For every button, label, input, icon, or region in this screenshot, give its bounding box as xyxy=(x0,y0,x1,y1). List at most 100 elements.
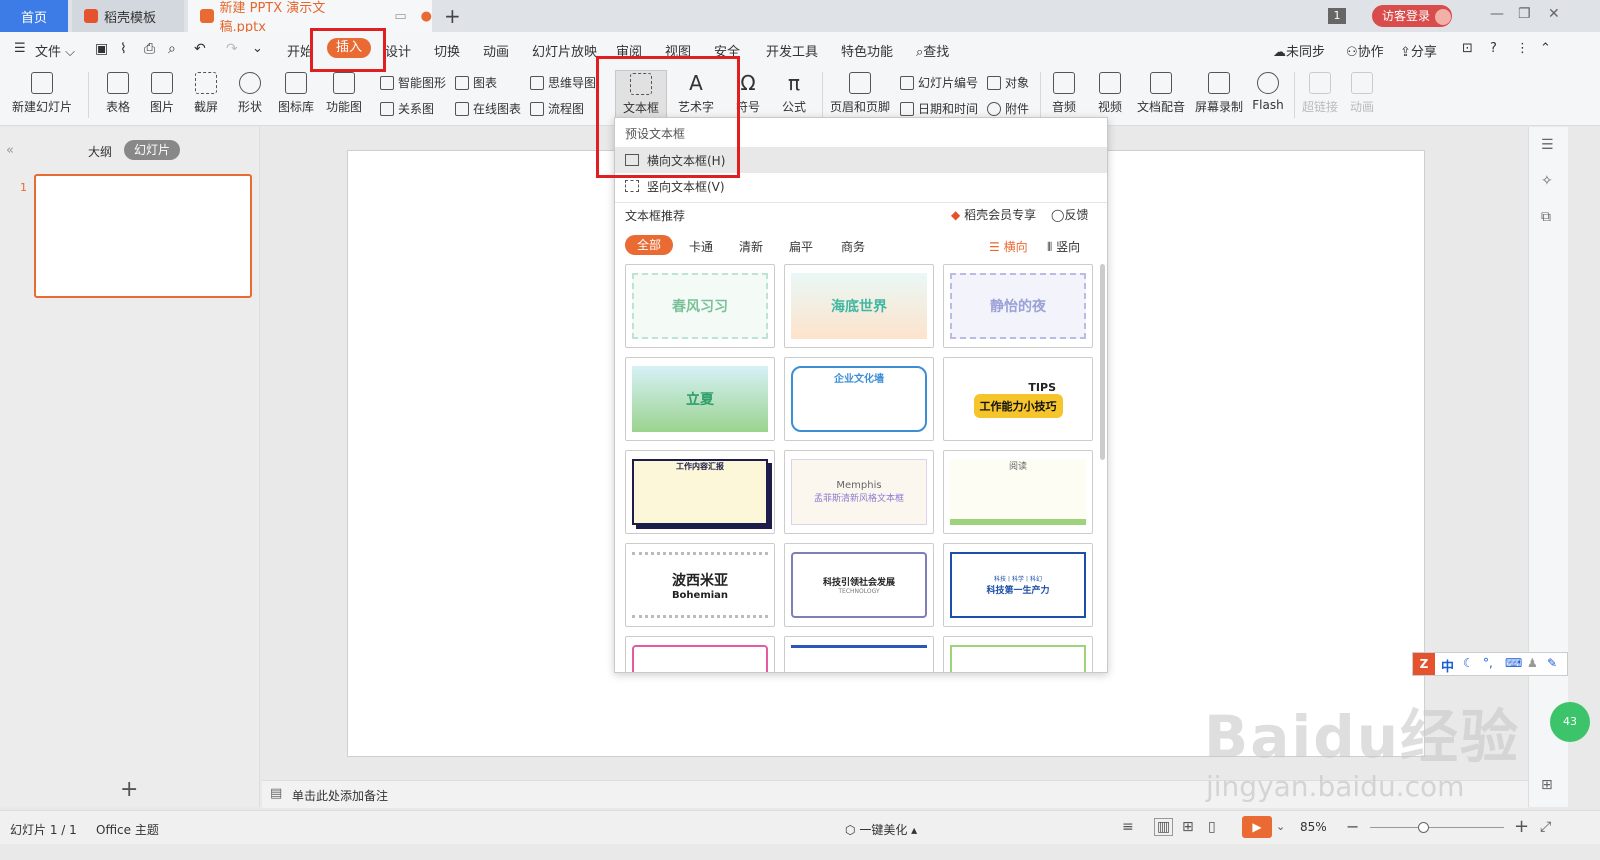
minimize-icon[interactable]: — xyxy=(1490,6,1504,22)
grid-view-icon[interactable]: ⊞ xyxy=(1541,777,1553,793)
help-icon[interactable]: ? xyxy=(1490,41,1497,56)
print-icon[interactable]: ⎙ xyxy=(144,41,155,57)
save-icon[interactable]: ▣ xyxy=(95,41,108,57)
floating-assistant-icon[interactable]: 43 xyxy=(1550,702,1590,742)
template-card[interactable] xyxy=(943,636,1093,672)
collapse-ribbon-icon[interactable]: ⊡ xyxy=(1462,41,1473,56)
fit-window-icon[interactable]: ⤢ xyxy=(1540,819,1551,835)
function-chart-button[interactable]: 功能图 xyxy=(322,72,366,115)
copy-icon[interactable]: ⧉ xyxy=(1541,209,1551,225)
format-painter-icon[interactable]: ⌇ xyxy=(120,41,127,57)
print-preview-icon[interactable]: ⌕ xyxy=(168,41,176,57)
zoom-in-icon[interactable]: + xyxy=(1514,816,1529,837)
ime-lang[interactable]: 中 xyxy=(1441,656,1454,675)
add-tab-icon[interactable]: + xyxy=(444,4,461,28)
filter-fresh[interactable]: 清新 xyxy=(739,238,763,255)
template-card[interactable]: 企业文化墙 xyxy=(784,357,934,441)
ribbon-caret-icon[interactable]: ⌃ xyxy=(1540,41,1551,56)
header-footer-button[interactable]: 页眉和页脚 xyxy=(830,72,890,115)
object-button[interactable]: 对象 xyxy=(987,74,1029,91)
redo-icon[interactable]: ↷ xyxy=(226,41,238,57)
dubbing-button[interactable]: 文档配音 xyxy=(1136,72,1186,115)
slide-sorter-icon[interactable]: ⊞ xyxy=(1182,819,1194,835)
video-button[interactable]: 视频 xyxy=(1090,72,1130,115)
wrench-icon[interactable]: ✎ xyxy=(1547,656,1557,670)
user-icon[interactable]: ♟ xyxy=(1527,656,1538,670)
chart-button[interactable]: 图表 xyxy=(455,74,497,91)
tab-slides[interactable]: 幻灯片 xyxy=(124,140,180,160)
undo-icon[interactable]: ↶ xyxy=(194,41,206,57)
tab-template[interactable]: 稻壳模板 xyxy=(72,0,184,32)
collapse-panel-icon[interactable]: « xyxy=(6,143,14,158)
tab-home[interactable]: 首页 xyxy=(0,0,68,32)
template-card[interactable]: 科技引领社会发展 TECHNOLOGY xyxy=(784,543,934,627)
share-button[interactable]: ⇪分享 xyxy=(1400,41,1437,60)
menu-transition[interactable]: 切换 xyxy=(434,41,460,60)
template-card[interactable]: 工作内容汇报 xyxy=(625,450,775,534)
hyperlink-button[interactable]: 超链接 xyxy=(1302,72,1338,115)
menu-animation[interactable]: 动画 xyxy=(483,41,509,60)
animation-button[interactable]: 动画 xyxy=(1346,72,1378,115)
smart-shape-button[interactable]: 智能图形 xyxy=(380,74,446,91)
pin-icon[interactable]: ✧ xyxy=(1541,173,1553,189)
play-slideshow-button[interactable]: ▶ xyxy=(1242,816,1272,838)
feedback-button[interactable]: ◯反馈 xyxy=(1051,206,1088,223)
theme-name[interactable]: Office 主题 xyxy=(96,821,159,838)
filter-business[interactable]: 商务 xyxy=(841,238,865,255)
flash-button[interactable]: Flash xyxy=(1250,72,1286,112)
table-button[interactable]: 表格 xyxy=(100,72,136,115)
template-card[interactable]: 海底世界 xyxy=(784,264,934,348)
relation-button[interactable]: 关系图 xyxy=(380,100,434,117)
menu-design[interactable]: 设计 xyxy=(385,41,411,60)
member-badge[interactable]: ◆ 稻壳会员专享 xyxy=(951,206,1036,223)
audio-button[interactable]: 音频 xyxy=(1046,72,1082,115)
add-slide-icon[interactable]: + xyxy=(120,777,138,802)
quick-access-more-icon[interactable]: ⌄ xyxy=(252,41,263,56)
template-card[interactable]: 春风习习 xyxy=(625,264,775,348)
filter-flat[interactable]: 扁平 xyxy=(789,238,813,255)
screen-record-button[interactable]: 屏幕录制 xyxy=(1194,72,1244,115)
orient-vertical[interactable]: ⦀ 竖向 xyxy=(1047,238,1080,255)
moon-icon[interactable]: ☾ xyxy=(1463,656,1474,670)
dropdown-scrollbar[interactable] xyxy=(1100,264,1105,460)
login-button[interactable]: 访客登录 xyxy=(1372,5,1452,27)
template-card[interactable]: 波西米亚 Bohemian xyxy=(625,543,775,627)
zoom-level[interactable]: 85% xyxy=(1300,820,1327,834)
template-card[interactable]: TIPS 工作能力小技巧 xyxy=(943,357,1093,441)
keyboard-icon[interactable]: ⌨ xyxy=(1505,656,1522,670)
template-card[interactable]: Memphis 孟菲斯清新风格文本框 xyxy=(784,450,934,534)
sync-button[interactable]: ☁未同步 xyxy=(1273,41,1325,60)
menu-features[interactable]: 特色功能 xyxy=(841,41,893,60)
slide-thumbnail[interactable] xyxy=(34,174,252,298)
new-slide-button[interactable]: 新建幻灯片 xyxy=(10,72,74,115)
slide-number-button[interactable]: 幻灯片编号 xyxy=(900,74,978,91)
beautify-button[interactable]: ⬡ 一键美化 ▴ xyxy=(845,821,917,838)
play-options-icon[interactable]: ⌄ xyxy=(1276,820,1285,833)
template-card[interactable]: 立夏 xyxy=(625,357,775,441)
filter-cartoon[interactable]: 卡通 xyxy=(689,238,713,255)
template-card[interactable]: 科技丨科学丨科幻 科技第一生产力 xyxy=(943,543,1093,627)
window-count-badge[interactable]: 1 xyxy=(1328,8,1346,24)
shape-button[interactable]: 形状 xyxy=(232,72,268,115)
menu-developer[interactable]: 开发工具 xyxy=(766,41,818,60)
hamburger-icon[interactable]: ☰ xyxy=(14,41,26,56)
zoom-slider[interactable] xyxy=(1370,827,1504,828)
picture-button[interactable]: 图片 xyxy=(144,72,180,115)
screenshot-button[interactable]: 截屏 xyxy=(188,72,224,115)
filter-all[interactable]: 全部 xyxy=(625,235,673,255)
punctuation-icon[interactable]: °, xyxy=(1483,656,1493,670)
formula-button[interactable]: π 公式 xyxy=(774,72,814,115)
close-icon[interactable]: ✕ xyxy=(1548,6,1560,22)
ime-toolbar[interactable]: Z 中 ☾ °, ⌨ ♟ ✎ xyxy=(1412,652,1568,676)
orient-horizontal[interactable]: ☰ 横向 xyxy=(989,238,1028,255)
monitor-icon[interactable]: ▭ xyxy=(394,9,406,24)
menu-search[interactable]: ⌕查找 xyxy=(916,41,949,60)
more-icon[interactable]: ⋮ xyxy=(1516,41,1529,56)
attachment-button[interactable]: 附件 xyxy=(987,100,1029,117)
tab-outline[interactable]: 大纲 xyxy=(88,143,112,160)
reading-view-icon[interactable]: ▯ xyxy=(1208,819,1216,835)
zoom-slider-handle[interactable] xyxy=(1418,822,1429,833)
properties-icon[interactable]: ☰ xyxy=(1541,137,1554,153)
restore-icon[interactable]: ❐ xyxy=(1518,6,1531,22)
menu-slideshow[interactable]: 幻灯片放映 xyxy=(532,41,597,60)
